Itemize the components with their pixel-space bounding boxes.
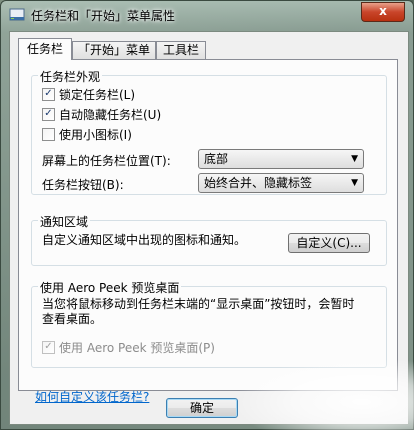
notification-area-group: 通知区域 自定义通知区域中出现的图标和通知。 自定义(C)... bbox=[31, 213, 387, 266]
aero-peek-description-line2: 查看桌面。 bbox=[42, 312, 103, 326]
taskbar-buttons-select[interactable]: 始终合并、隐藏标签 ▼ bbox=[198, 173, 364, 193]
close-button[interactable]: x bbox=[361, 2, 405, 22]
small-icons-label: 使用小图标(I) bbox=[59, 128, 132, 142]
small-icons-check[interactable] bbox=[42, 128, 55, 141]
taskbar-position-value: 底部 bbox=[204, 152, 229, 166]
group-title-appearance: 任务栏外观 bbox=[38, 68, 103, 85]
chevron-down-icon: ▼ bbox=[351, 178, 358, 188]
help-link[interactable]: 如何自定义该任务栏? bbox=[35, 388, 149, 405]
taskbar-appearance-group: 任务栏外观 ✓ 锁定任务栏(L) ✓ 自动隐藏任务栏(U) 使用小图标(I) 屏… bbox=[31, 68, 387, 195]
aero-peek-group: 使用 Aero Peek 预览桌面 当您将鼠标移动到任务栏末端的“显示桌面”按钮… bbox=[31, 279, 387, 368]
taskbar-position-label: 屏幕上的任务栏位置(T): bbox=[42, 154, 171, 168]
tab-toolbars[interactable]: 工具栏 bbox=[156, 41, 206, 59]
group-title-notification: 通知区域 bbox=[38, 213, 91, 230]
close-icon: x bbox=[379, 4, 387, 18]
taskbar-icon bbox=[9, 8, 25, 21]
taskbar-tab-panel: 任务栏外观 ✓ 锁定任务栏(L) ✓ 自动隐藏任务栏(U) 使用小图标(I) 屏… bbox=[18, 59, 398, 404]
autohide-taskbar-label: 自动隐藏任务栏(U) bbox=[59, 108, 162, 122]
ok-button[interactable]: 确定 bbox=[166, 398, 238, 418]
taskbar-position-select[interactable]: 底部 ▼ bbox=[198, 149, 364, 169]
aero-peek-check[interactable]: ✓ bbox=[42, 341, 55, 354]
lock-taskbar-check[interactable]: ✓ bbox=[42, 88, 55, 101]
dialog-client-area: 任务栏 「开始」菜单 工具栏 任务栏外观 ✓ 锁定任务栏(L) ✓ 自动隐藏任务… bbox=[9, 31, 409, 425]
taskbar-buttons-label: 任务栏按钮(B): bbox=[42, 178, 124, 192]
taskbar-buttons-value: 始终合并、隐藏标签 bbox=[204, 176, 313, 190]
properties-window: 任务栏和「开始」菜单属性 x 任务栏 「开始」菜单 工具栏 任务栏外观 ✓ 锁定… bbox=[0, 0, 414, 430]
group-title-aero-peek: 使用 Aero Peek 预览桌面 bbox=[38, 279, 182, 296]
chevron-down-icon: ▼ bbox=[351, 154, 358, 164]
title-bar[interactable]: 任务栏和「开始」菜单属性 x bbox=[1, 1, 413, 29]
notification-description: 自定义通知区域中出现的图标和通知。 bbox=[42, 233, 247, 247]
window-title: 任务栏和「开始」菜单属性 bbox=[31, 9, 176, 23]
tab-start-menu[interactable]: 「开始」菜单 bbox=[72, 41, 156, 59]
aero-peek-label: 使用 Aero Peek 预览桌面(P) bbox=[59, 341, 215, 355]
aero-peek-description-line1: 当您将鼠标移动到任务栏末端的“显示桌面”按钮时，会暂时 bbox=[42, 297, 355, 311]
tab-taskbar[interactable]: 任务栏 bbox=[18, 38, 72, 60]
lock-taskbar-label: 锁定任务栏(L) bbox=[59, 88, 136, 102]
customize-button[interactable]: 自定义(C)... bbox=[288, 233, 370, 253]
autohide-taskbar-check[interactable]: ✓ bbox=[42, 108, 55, 121]
